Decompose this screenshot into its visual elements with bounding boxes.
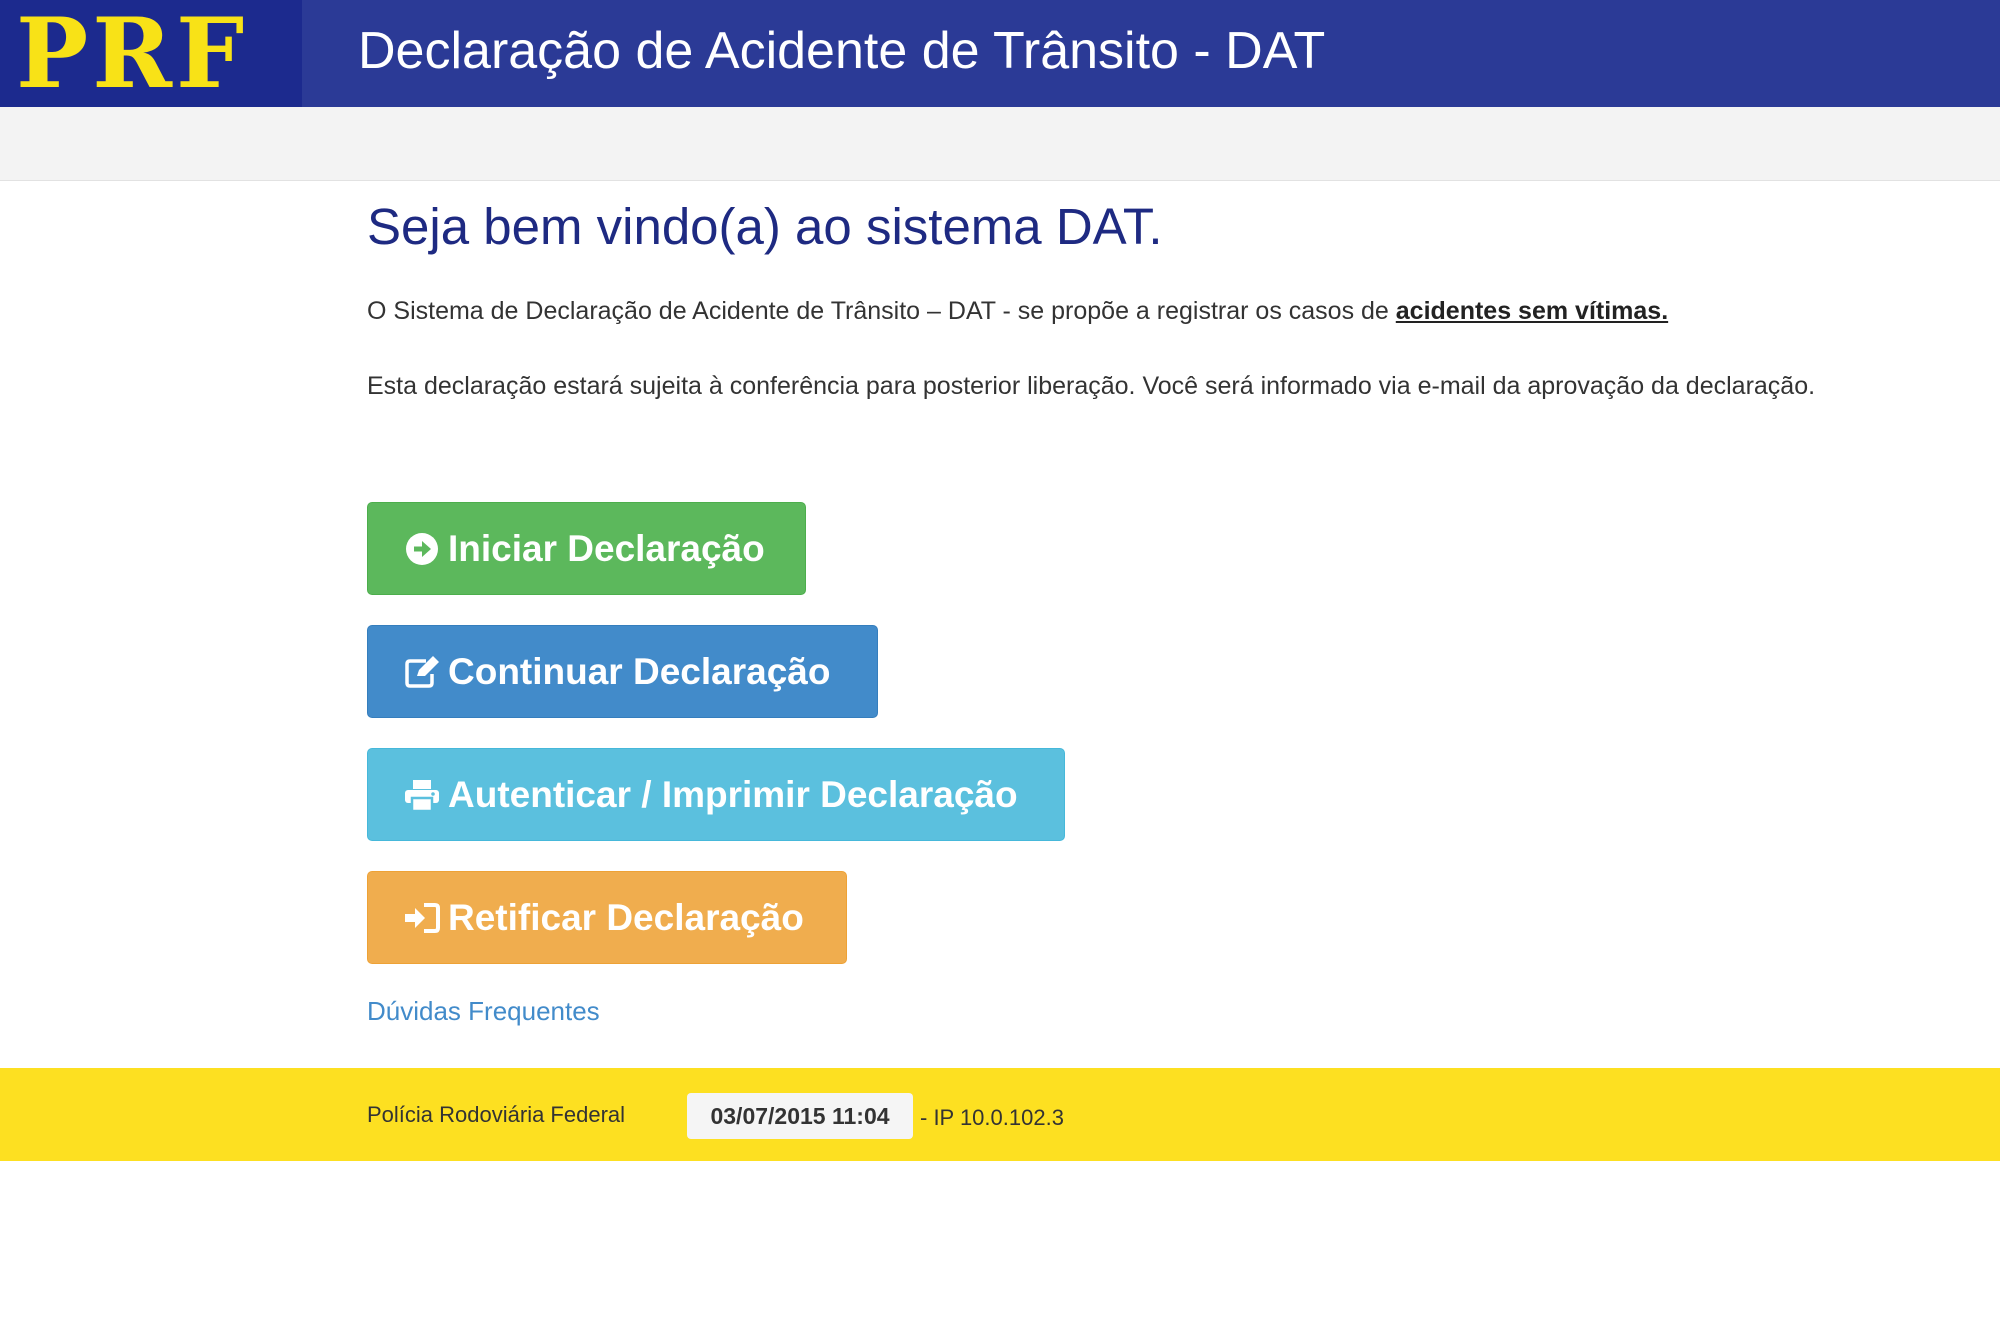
edit-icon [404,654,440,690]
faq-link[interactable]: Dúvidas Frequentes [367,995,600,1027]
nav-band [0,107,2000,181]
intro-text: O Sistema de Declaração de Acidente de T… [367,297,1396,325]
notice-paragraph: Esta declaração estará sujeita à conferê… [367,372,1816,400]
sign-in-icon [404,900,440,936]
rectify-declaration-button[interactable]: Retificar Declaração [367,871,847,964]
header-bar: PRF Declaração de Acidente de Trânsito -… [0,0,2000,107]
arrow-circle-right-icon [404,531,440,567]
page-title: Seja bem vindo(a) ao sistema DAT. [367,198,1163,255]
rectify-declaration-label: Retificar Declaração [448,896,804,938]
footer-organization: Polícia Rodoviária Federal [367,1102,626,1127]
authenticate-print-label: Autenticar / Imprimir Declaração [448,773,1018,815]
footer-timestamp: 03/07/2015 11:04 [687,1093,913,1139]
continue-declaration-button[interactable]: Continuar Declaração [367,625,878,718]
app-title: Declaração de Acidente de Trânsito - DAT [358,22,1326,80]
authenticate-print-button[interactable]: Autenticar / Imprimir Declaração [367,748,1065,841]
prf-logo[interactable]: PRF [0,0,302,107]
footer-ip-address: - IP 10.0.102.3 [920,1105,1064,1130]
logo-text: PRF [16,0,249,110]
start-declaration-button[interactable]: Iniciar Declaração [367,502,806,595]
start-declaration-label: Iniciar Declaração [448,527,765,569]
continue-declaration-label: Continuar Declaração [448,650,831,692]
print-icon [404,777,440,813]
intro-paragraph: O Sistema de Declaração de Acidente de T… [367,295,1668,327]
intro-emphasis: acidentes sem vítimas. [1395,297,1669,325]
